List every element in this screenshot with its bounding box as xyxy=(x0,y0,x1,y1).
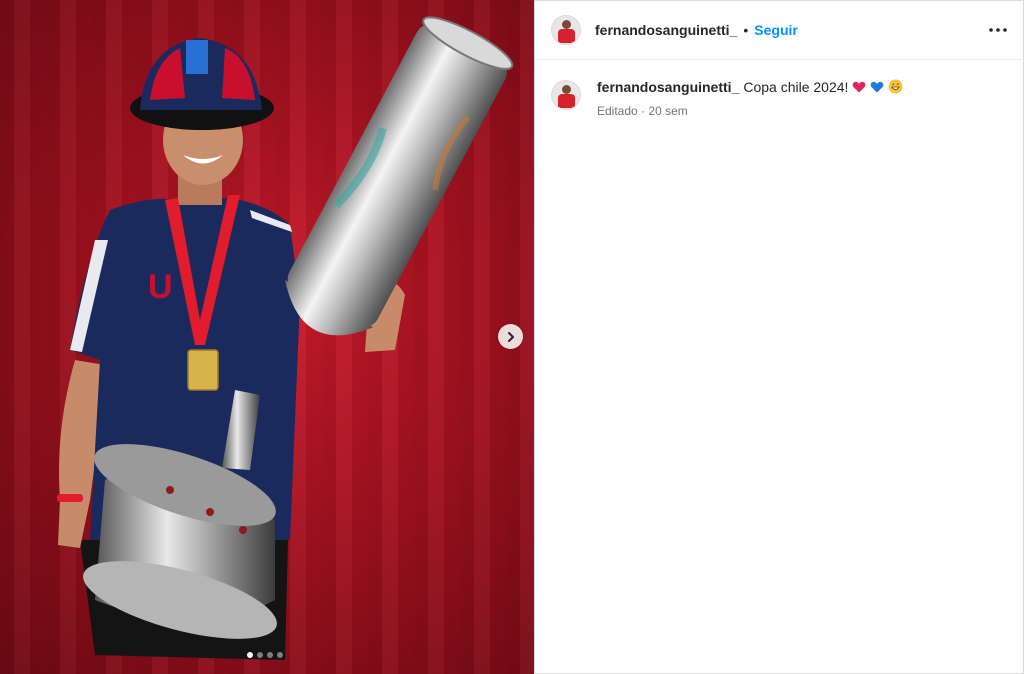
wristband xyxy=(57,494,83,502)
grinning-face-icon xyxy=(888,79,903,94)
caption-line: fernandosanguinetti_ Copa chile 2024! xyxy=(597,78,903,96)
caption-comment: fernandosanguinetti_ Copa chile 2024! Edi… xyxy=(535,78,1024,118)
post-header: fernandosanguinetti_ • Seguir xyxy=(535,0,1024,60)
carousel-indicator xyxy=(247,652,283,658)
author-username[interactable]: fernandosanguinetti_ xyxy=(595,22,737,38)
carousel-dot xyxy=(267,652,273,658)
caption-avatar[interactable] xyxy=(551,80,581,110)
post-photo: U xyxy=(57,16,514,660)
header-separator: • xyxy=(743,21,749,38)
caption-meta: Editado · 20 sem xyxy=(597,104,903,118)
meta-separator: · xyxy=(641,104,646,118)
carousel-dot xyxy=(257,652,263,658)
carousel-dot xyxy=(247,652,253,658)
edited-label: Editado xyxy=(597,104,638,118)
svg-text:U: U xyxy=(148,268,173,306)
next-slide-button[interactable] xyxy=(498,324,523,349)
post-media[interactable]: U xyxy=(0,0,534,674)
medal xyxy=(187,349,219,391)
more-icon xyxy=(989,28,1007,32)
caption-body: fernandosanguinetti_ Copa chile 2024! Edi… xyxy=(597,78,903,118)
blue-heart-icon xyxy=(871,81,884,93)
chevron-right-icon xyxy=(507,331,514,342)
caption-username[interactable]: fernandosanguinetti_ xyxy=(597,79,739,95)
more-options-button[interactable] xyxy=(988,20,1008,40)
follow-button[interactable]: Seguir xyxy=(754,22,798,38)
red-heart-icon xyxy=(853,81,866,93)
author-avatar[interactable] xyxy=(551,14,581,45)
post-timestamp[interactable]: 20 sem xyxy=(648,104,687,118)
caption-text: Copa chile 2024! xyxy=(743,79,849,95)
carousel-dot xyxy=(277,652,283,658)
